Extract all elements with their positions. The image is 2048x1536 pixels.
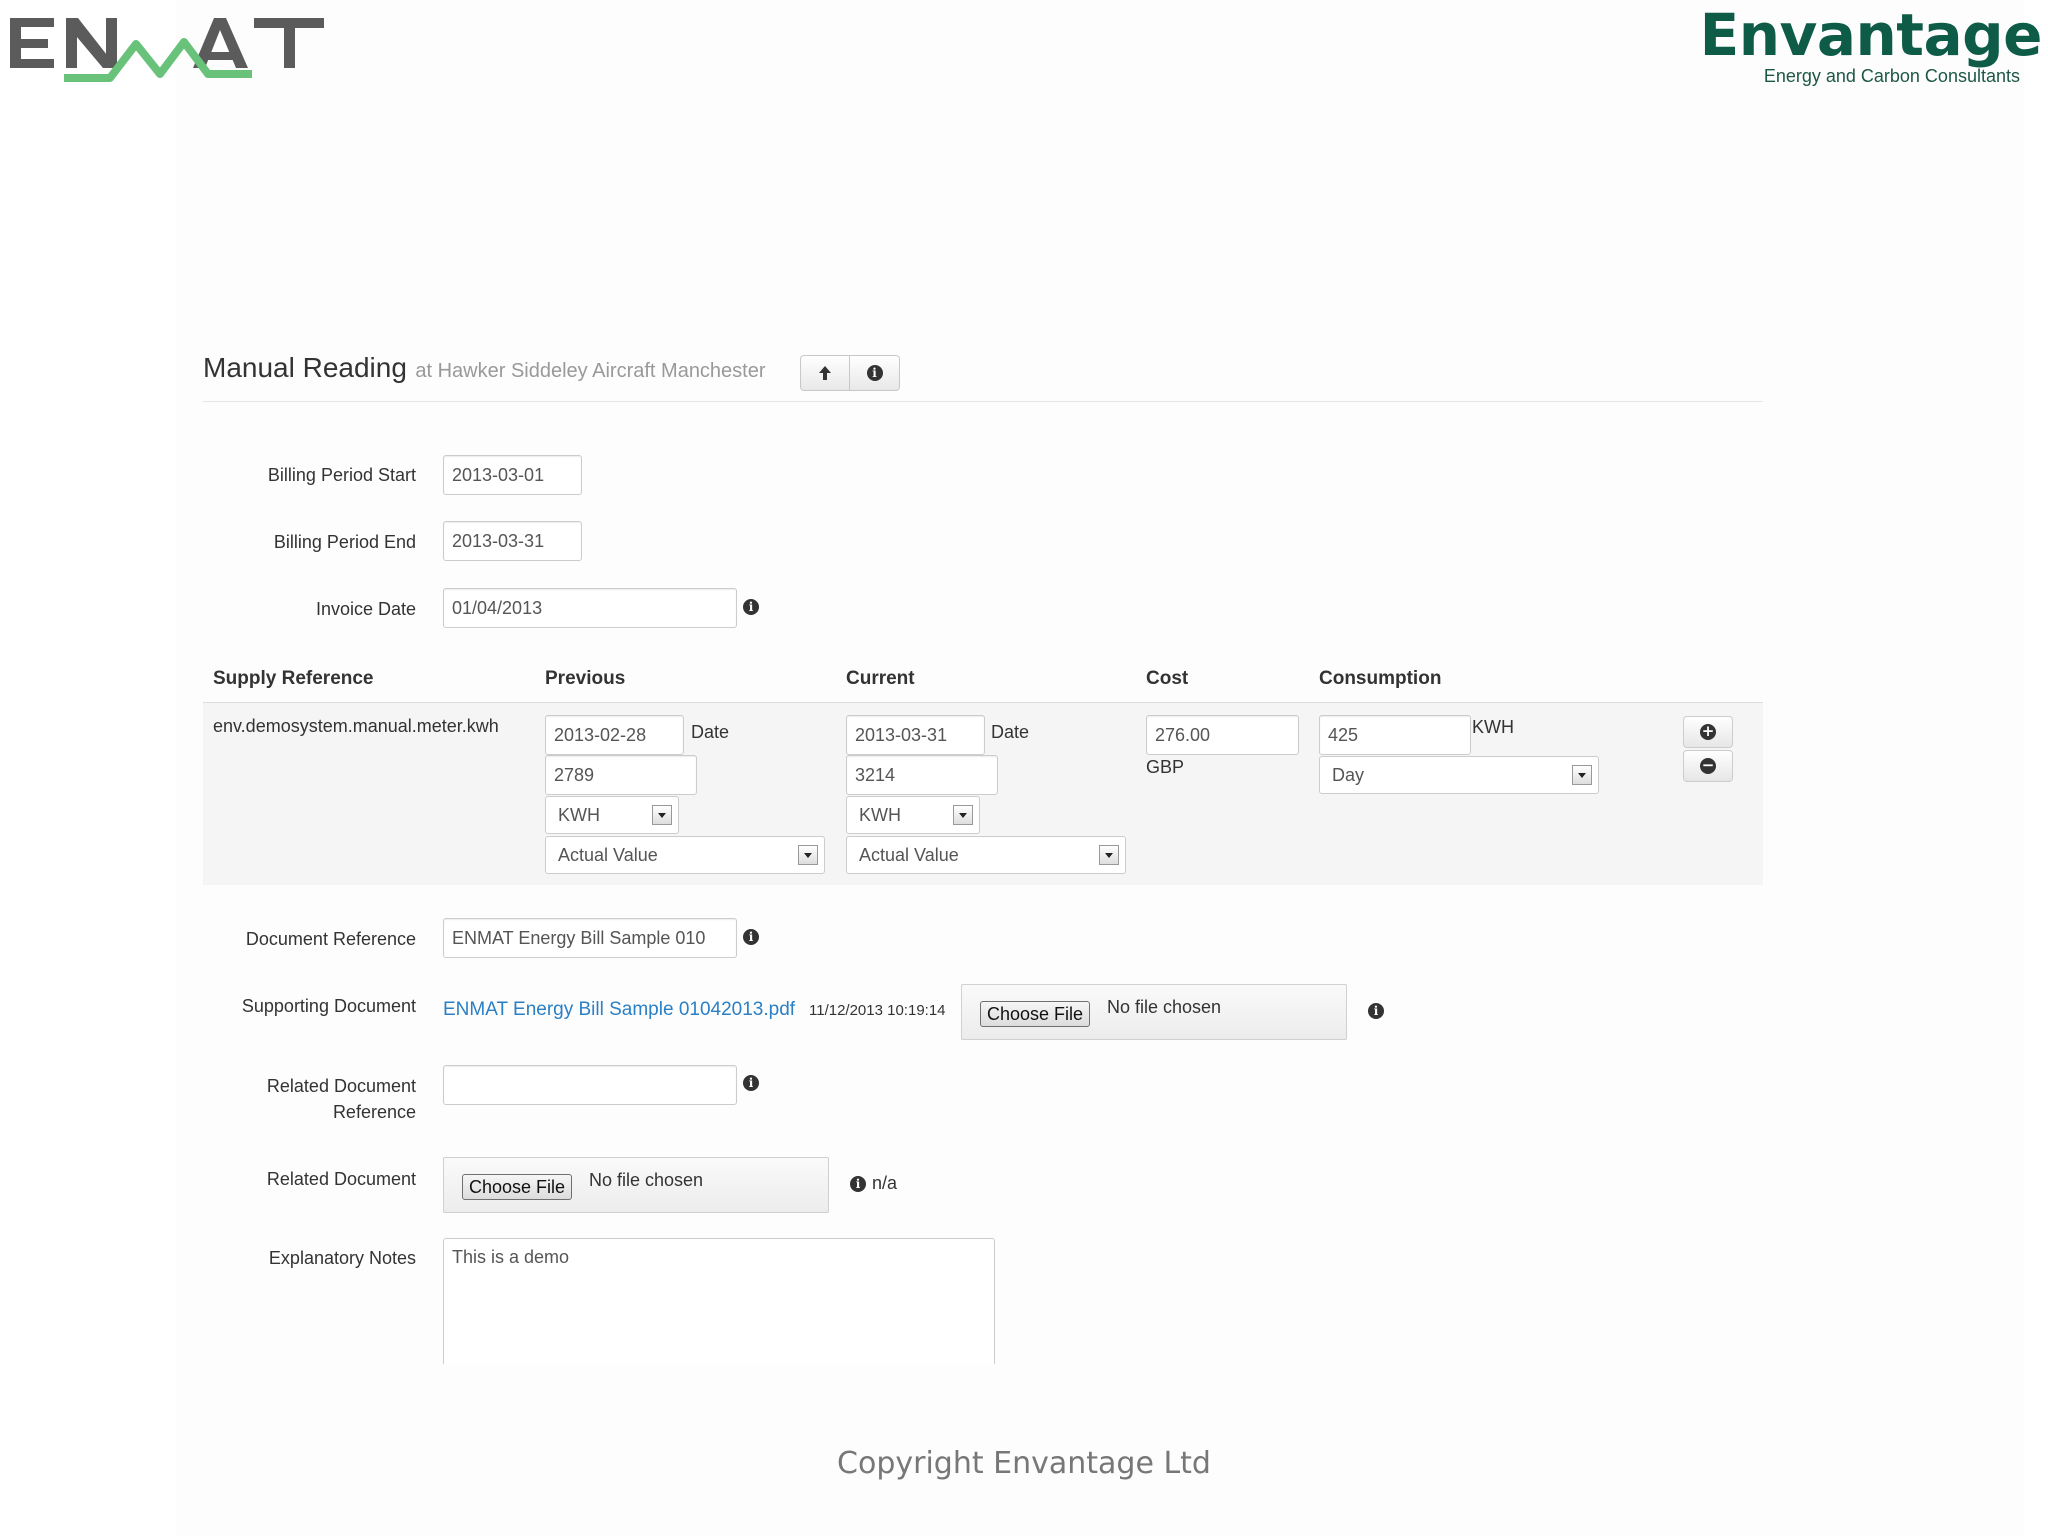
info-button[interactable]: i <box>850 355 900 391</box>
current-unit-select[interactable]: KWH <box>846 796 980 834</box>
col-consumption: Consumption <box>1319 668 1442 689</box>
choose-file-button[interactable]: Choose File <box>980 1001 1091 1027</box>
supporting-document-label: Supporting Document <box>241 996 416 1016</box>
col-previous: Previous <box>545 668 626 689</box>
consumption-unit: KWH <box>1472 717 1514 737</box>
invoice-date-label: Invoice Date <box>315 599 416 619</box>
add-row-button[interactable]: + <box>1683 716 1733 748</box>
choose-file-button[interactable]: Choose File <box>462 1174 573 1200</box>
page-title: Manual Reading at Hawker Siddeley Aircra… <box>203 352 766 384</box>
related-document-file-input[interactable]: Choose File No file chosen <box>443 1157 829 1213</box>
supporting-document-link[interactable]: ENMAT Energy Bill Sample 01042013.pdf <box>443 999 795 1021</box>
previous-type-select[interactable]: Actual Value <box>545 836 825 874</box>
current-type-select[interactable]: Actual Value <box>846 836 1126 874</box>
document-reference-field[interactable]: ENMAT Energy Bill Sample 010 <box>443 918 737 958</box>
previous-reading-field[interactable]: 2789 <box>545 755 697 795</box>
consumption-field[interactable]: 425 <box>1319 715 1471 755</box>
plus-circle-icon: + <box>1700 722 1716 740</box>
document-reference-label: Document Reference <box>245 929 416 949</box>
current-type-value: Actual Value <box>859 845 959 865</box>
no-file-chosen-text: No file chosen <box>1107 997 1222 1017</box>
previous-date-field[interactable]: 2013-02-28 <box>545 715 684 755</box>
billing-start-field[interactable]: 2013-03-01 <box>443 455 582 495</box>
no-file-chosen-text: No file chosen <box>589 1170 704 1190</box>
chevron-down-icon <box>953 805 973 825</box>
arrow-up-icon <box>819 366 831 380</box>
current-reading-field[interactable]: 3214 <box>846 755 998 795</box>
consumption-period-select[interactable]: Day <box>1319 756 1599 794</box>
supporting-document-info-icon[interactable]: i <box>1368 1003 1384 1019</box>
billing-start-label: Billing Period Start <box>267 465 416 485</box>
current-date-label: Date <box>991 722 1030 742</box>
related-reference-info-icon[interactable]: i <box>743 1075 759 1091</box>
cost-currency: GBP <box>1146 757 1185 777</box>
envantage-brand: Envantage Energy and Carbon Consultants <box>1699 0 2043 87</box>
previous-unit-select[interactable]: KWH <box>545 796 679 834</box>
chevron-down-icon <box>1572 765 1592 785</box>
chevron-down-icon <box>798 845 818 865</box>
chevron-down-icon <box>1099 845 1119 865</box>
divider <box>203 401 1763 402</box>
supply-reference-cell: env.demosystem.manual.meter.kwh <box>213 716 499 736</box>
upload-button[interactable] <box>800 355 850 391</box>
supporting-document-file-input[interactable]: Choose File No file chosen <box>961 984 1347 1040</box>
document-reference-info-icon[interactable]: i <box>743 929 759 945</box>
info-icon: i <box>866 365 883 381</box>
previous-date-label: Date <box>691 722 730 742</box>
invoice-date-field[interactable]: 01/04/2013 <box>443 588 737 628</box>
related-document-status: n/a <box>872 1173 898 1193</box>
notes-label: Explanatory Notes <box>268 1248 416 1268</box>
billing-end-label: Billing Period End <box>273 532 416 552</box>
page-subtitle: at Hawker Siddeley Aircraft Manchester <box>415 360 766 382</box>
notes-textarea[interactable]: This is a demo <box>443 1238 995 1364</box>
remove-row-button[interactable]: − <box>1683 750 1733 782</box>
previous-unit-value: KWH <box>558 805 600 825</box>
related-reference-field[interactable] <box>443 1065 737 1105</box>
cost-field[interactable]: 276.00 <box>1146 715 1299 755</box>
col-supply-reference: Supply Reference <box>213 668 374 689</box>
company-name: Envantage <box>1699 1 2043 69</box>
current-unit-value: KWH <box>859 805 901 825</box>
supporting-document-timestamp: 11/12/2013 10:19:14 <box>809 1002 946 1019</box>
page-title-text: Manual Reading <box>203 352 407 383</box>
related-document-label: Related Document <box>266 1169 416 1189</box>
related-reference-label-line1: Related Document <box>266 1076 416 1096</box>
related-reference-label-line2: Reference <box>332 1102 416 1122</box>
minus-circle-icon: − <box>1700 756 1716 774</box>
invoice-date-info-icon[interactable]: i <box>743 599 759 615</box>
chevron-down-icon <box>652 805 672 825</box>
col-cost: Cost <box>1146 668 1189 689</box>
related-document-info-icon[interactable]: i <box>850 1176 866 1192</box>
previous-type-value: Actual Value <box>558 845 658 865</box>
heading-button-group: i <box>800 355 900 391</box>
enmat-logo <box>8 8 332 82</box>
col-current: Current <box>846 668 915 689</box>
billing-end-field[interactable]: 2013-03-31 <box>443 521 582 561</box>
current-date-field[interactable]: 2013-03-31 <box>846 715 985 755</box>
footer-copyright: Copyright Envantage Ltd <box>837 1446 1211 1481</box>
consumption-period-value: Day <box>1332 765 1365 785</box>
